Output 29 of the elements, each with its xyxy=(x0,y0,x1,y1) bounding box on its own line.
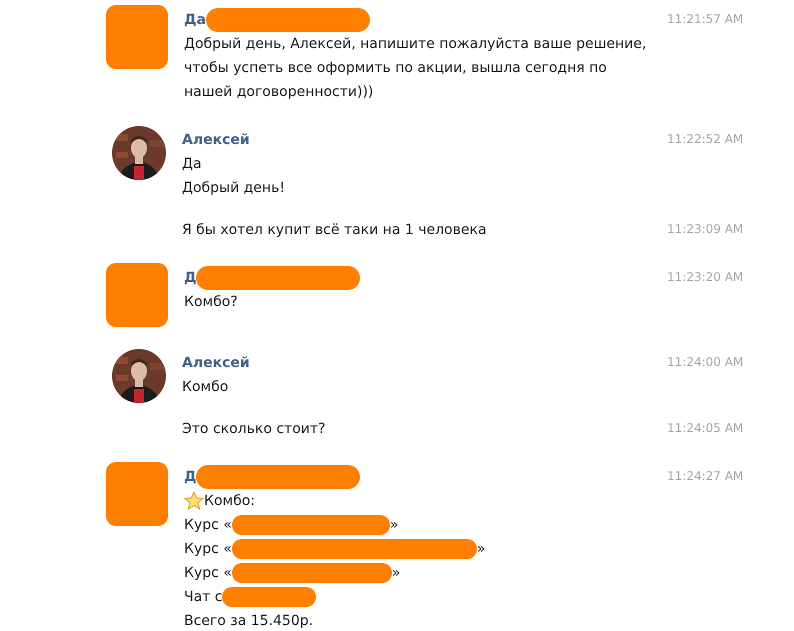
sender-name[interactable]: Алексей xyxy=(182,128,250,152)
message-text: Комбо xyxy=(182,378,228,397)
message-time: 11:24:27 AM xyxy=(667,468,744,485)
star-icon xyxy=(184,491,204,511)
message-time: 11:22:52 AM xyxy=(667,131,744,148)
message-text: » xyxy=(392,564,400,583)
message-text: Чат с xyxy=(184,588,222,607)
message-text: Да xyxy=(182,155,202,174)
message-time: 11:21:57 AM xyxy=(667,11,744,28)
message-text: Курс « xyxy=(184,540,232,559)
sender-name[interactable]: Алексей xyxy=(182,351,250,375)
message-text: Я бы хотел купит всё таки на 1 человека xyxy=(182,221,487,240)
message-text: Комбо: xyxy=(204,492,255,511)
message-text: Добрый день, Алексей, напишите пожалуйста ваше решение, чтобы успеть все оформить по акции, вышла сегодня по нашей договоренности))) xyxy=(184,35,648,102)
message-time: 11:24:05 AM xyxy=(667,420,744,437)
sender-name[interactable]: Д xyxy=(184,266,196,290)
message-text: Это сколько стоит? xyxy=(182,420,326,439)
message-text: Всего за 15.450р. xyxy=(184,612,314,631)
message-text: Курс « xyxy=(184,516,232,535)
message-text: Курс « xyxy=(184,564,232,583)
sender-name[interactable]: Д xyxy=(184,465,196,489)
message-text: Добрый день! xyxy=(182,179,285,198)
message-time: 11:24:00 AM xyxy=(667,354,744,371)
sender-name[interactable]: Да xyxy=(184,8,206,32)
message-text: » xyxy=(476,540,486,559)
message-time: 11:23:20 AM xyxy=(667,269,744,286)
message-time: 11:23:09 AM xyxy=(667,221,744,238)
message-text: Комбо? xyxy=(184,293,238,312)
message-text: » xyxy=(390,516,398,535)
